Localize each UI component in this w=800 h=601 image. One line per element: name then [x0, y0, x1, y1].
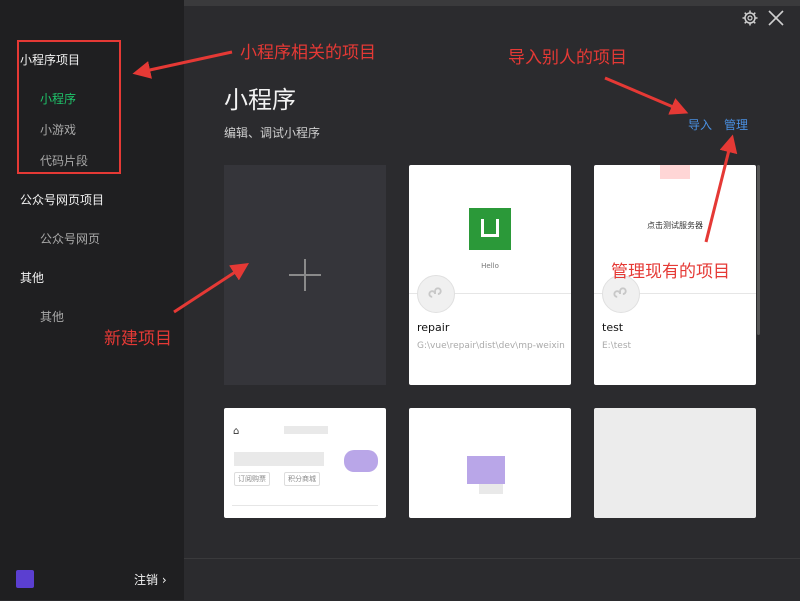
avatar[interactable] — [16, 570, 34, 588]
card-divider — [232, 505, 378, 506]
project-card-blurred-1[interactable]: ⌂ 订阅购票 积分商城 — [224, 408, 386, 518]
scrollbar[interactable] — [757, 165, 760, 335]
annotation-manage-existing: 管理现有的项目 — [611, 262, 730, 282]
project-path: G:\vue\repair\dist\dev\mp-weixin — [417, 341, 565, 351]
blurred-text — [479, 484, 503, 494]
sidebar-footer: 注销 › — [0, 558, 184, 600]
preview-header-bar — [660, 165, 690, 179]
project-path: E:\test — [602, 341, 632, 351]
plus-icon-vertical — [304, 259, 306, 291]
page-subtitle: 编辑、调试小程序 — [224, 126, 321, 140]
sidebar-group-other: 其他 — [20, 271, 45, 285]
project-card-repair[interactable]: Hello repair G:\vue\repair\dist\dev\mp-w… — [409, 165, 571, 385]
tag-subscribe: 订阅购票 — [234, 472, 270, 486]
blurred-text — [234, 452, 324, 466]
project-name: test — [602, 321, 624, 334]
tag-points-mall: 积分商城 — [284, 472, 320, 486]
close-icon[interactable] — [766, 8, 786, 28]
uni-app-logo-icon — [469, 208, 511, 250]
blurred-image — [344, 450, 378, 472]
gear-icon[interactable] — [742, 10, 758, 26]
annotation-new-project: 新建项目 — [104, 329, 172, 349]
sidebar-group-official-web: 公众号网页项目 — [20, 193, 105, 207]
manage-button[interactable]: 管理 — [724, 116, 748, 133]
blurred-text — [284, 426, 328, 434]
sidebar-item-other[interactable]: 其他 — [40, 308, 64, 325]
project-name: repair — [417, 321, 450, 334]
logout-label: 注销 — [134, 573, 159, 587]
preview-text: 点击测试服务器 — [647, 221, 703, 230]
mini-program-icon — [417, 275, 455, 313]
home-icon: ⌂ — [233, 426, 240, 437]
project-card-blurred-2[interactable] — [409, 408, 571, 518]
annotation-mini-program-related: 小程序相关的项目 — [240, 43, 376, 63]
page-title: 小程序 — [224, 86, 296, 114]
preview-text: Hello — [481, 262, 499, 270]
chevron-right-icon: › — [161, 573, 167, 587]
bottom-bar — [184, 558, 800, 601]
sidebar-item-official-web[interactable]: 公众号网页 — [40, 230, 100, 247]
annotation-highlight-box — [17, 40, 121, 174]
import-button[interactable]: 导入 — [688, 116, 712, 133]
logout-button[interactable]: 注销 › — [134, 571, 167, 588]
project-card-placeholder[interactable] — [594, 408, 756, 518]
annotation-import-others: 导入别人的项目 — [508, 48, 627, 68]
blurred-image — [467, 456, 505, 484]
